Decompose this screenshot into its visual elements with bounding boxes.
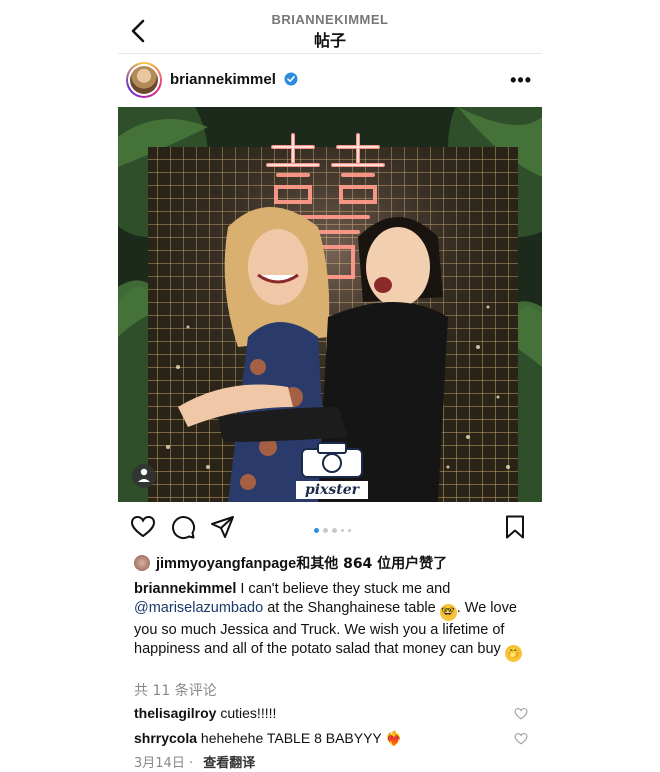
comment-text: hehehehe TABLE 8 BABYYY bbox=[197, 730, 386, 746]
likes-row[interactable]: jimmyoyangfanpage和其他 864 位用户赞了 bbox=[134, 553, 447, 573]
comment-row: shrrycola hehehehe TABLE 8 BABYYY ❤️‍🔥 bbox=[134, 730, 530, 747]
comment-username[interactable]: shrrycola bbox=[134, 730, 197, 746]
avatar-image bbox=[130, 66, 158, 94]
post-date: 3月14日 · bbox=[134, 756, 198, 771]
more-dots-icon[interactable]: ••• bbox=[510, 70, 532, 91]
carousel-indicator bbox=[314, 522, 355, 534]
watermark-text: pixster bbox=[296, 481, 368, 499]
caption-username[interactable]: briannekimmel bbox=[134, 581, 236, 597]
nerd-face-emoji: 🤓 bbox=[439, 604, 457, 621]
likes-count-text: 和其他 864 位用户赞了 bbox=[296, 556, 448, 572]
caption-mention[interactable]: @mariselazumbado bbox=[134, 600, 263, 616]
header-username: BRIANNEKIMMEL bbox=[271, 12, 389, 27]
avatar[interactable] bbox=[126, 62, 162, 98]
top-bar: BRIANNEKIMMEL 帖子 bbox=[118, 0, 542, 54]
carousel-dot bbox=[323, 528, 328, 534]
comment-text: cuties!!!!! bbox=[216, 705, 277, 721]
carousel-dot bbox=[348, 529, 351, 533]
post-header: briannekimmel ••• bbox=[118, 58, 542, 106]
hand-over-mouth-emoji: 🤭 bbox=[504, 645, 522, 662]
verified-badge-icon bbox=[284, 72, 298, 86]
post-date-row: 3月14日 · 查看翻译 bbox=[134, 752, 255, 771]
see-translation-link[interactable]: 查看翻译 bbox=[203, 756, 255, 771]
heart-on-fire-emoji: ❤️‍🔥 bbox=[385, 730, 403, 746]
comment-like-icon[interactable] bbox=[514, 707, 528, 721]
carousel-dot bbox=[341, 529, 344, 533]
post-caption: briannekimmel I can't believe they stuck… bbox=[134, 580, 534, 662]
share-icon[interactable] bbox=[210, 514, 236, 540]
heart-icon[interactable] bbox=[130, 514, 156, 540]
view-all-comments-link[interactable]: 共 11 条评论 bbox=[134, 680, 217, 700]
liker-avatar bbox=[134, 555, 150, 571]
carousel-dot bbox=[332, 528, 337, 534]
comment-username[interactable]: thelisagilroy bbox=[134, 705, 216, 721]
carousel-dot-active bbox=[314, 528, 319, 534]
liker-username[interactable]: jimmyoyangfanpage bbox=[156, 556, 296, 572]
tag-people-icon bbox=[132, 464, 156, 488]
comment-icon[interactable] bbox=[170, 514, 196, 540]
comment-row: thelisagilroy cuties!!!!! bbox=[134, 705, 530, 721]
action-bar bbox=[118, 510, 542, 544]
post-photo[interactable]: pixster bbox=[118, 107, 542, 502]
comment-like-icon[interactable] bbox=[514, 732, 528, 746]
caption-text: at the Shanghainese table bbox=[263, 600, 440, 616]
watermark-logo: pixster bbox=[296, 441, 368, 499]
bookmark-icon[interactable] bbox=[502, 514, 528, 540]
header-subtitle: 帖子 bbox=[313, 31, 346, 50]
caption-text: I can't believe they stuck me and bbox=[236, 581, 451, 597]
post-username[interactable]: briannekimmel bbox=[170, 71, 276, 88]
